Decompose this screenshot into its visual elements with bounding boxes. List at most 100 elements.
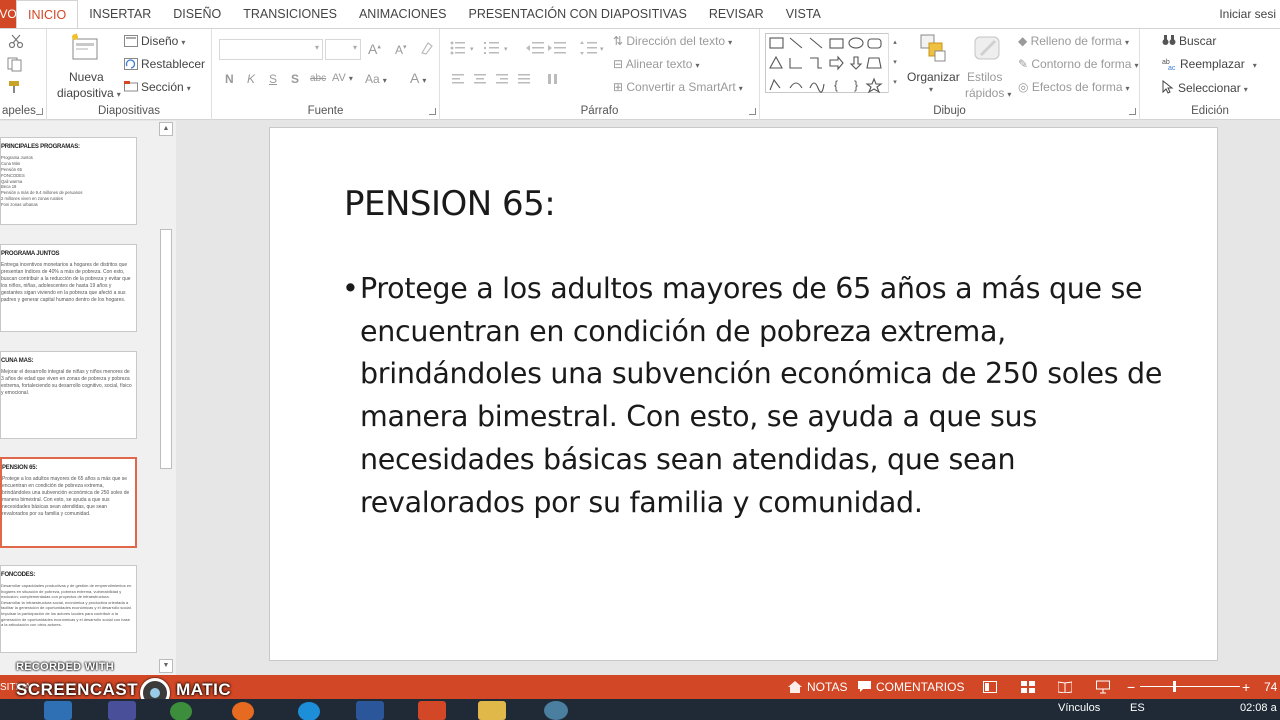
taskbar-screencast-icon[interactable] xyxy=(544,701,568,720)
slide-canvas[interactable]: PENSION 65: Protege a los adultos mayore… xyxy=(269,127,1218,661)
seccion-button[interactable]: Sección ▾ xyxy=(124,80,191,94)
tab-insertar[interactable]: INSERTAR xyxy=(78,0,162,28)
taskbar-links[interactable]: Vínculos xyxy=(1058,702,1100,714)
slide-sorter-icon[interactable] xyxy=(1021,681,1035,693)
cut-icon[interactable] xyxy=(8,33,24,49)
group-diapositivas: Nueva diapositiva ▾ Diseño ▾ Restablecer S… xyxy=(47,29,212,120)
diseno-button[interactable]: Diseño ▾ xyxy=(124,34,185,48)
bold-button[interactable]: N xyxy=(225,72,234,86)
taskbar-language[interactable]: ES xyxy=(1130,702,1145,714)
organizar-label: Organizar xyxy=(907,70,960,84)
font-color-button[interactable]: A ▾ xyxy=(410,70,426,86)
zoom-in-button[interactable]: + xyxy=(1242,675,1250,699)
tab-diseno[interactable]: DISEÑO xyxy=(162,0,232,28)
seleccionar-button[interactable]: Seleccionar ▾ xyxy=(1162,79,1248,95)
taskbar-powerpoint-icon[interactable] xyxy=(418,701,446,720)
alignment-icons[interactable] xyxy=(452,74,572,86)
restablecer-button[interactable]: Restablecer xyxy=(124,57,205,71)
tab-inicio[interactable]: INICIO xyxy=(16,0,79,29)
fuente-launcher[interactable] xyxy=(429,108,436,115)
scroll-thumb[interactable] xyxy=(160,229,172,469)
buscar-button[interactable]: Buscar xyxy=(1162,34,1216,48)
windows-taskbar: Vínculos ES 02:08 a xyxy=(0,699,1280,720)
nueva-diapositiva-button[interactable]: Nueva diapositiva ▾ xyxy=(51,31,121,101)
thumbnail-slide-5[interactable]: FONCODES: Desarrollar capacidades produc… xyxy=(0,565,137,653)
tab-file[interactable]: VO xyxy=(0,0,16,28)
increase-indent-icon[interactable] xyxy=(548,41,566,55)
normal-view-icon[interactable] xyxy=(983,681,997,693)
shadow-button[interactable]: S xyxy=(291,72,299,86)
portapapeles-launcher[interactable] xyxy=(36,108,43,115)
taskbar-clock[interactable]: 02:08 a xyxy=(1240,702,1277,714)
shrink-font-button[interactable]: A▾ xyxy=(395,43,407,57)
slide-bullet-text[interactable]: Protege a los adultos mayores de 65 años… xyxy=(342,268,1172,524)
format-painter-icon[interactable] xyxy=(6,79,24,95)
reading-view-icon[interactable] xyxy=(1058,681,1072,693)
thumbnail-body: Protege a los adultos mayores de 65 años… xyxy=(2,476,130,517)
taskbar-chrome-icon[interactable] xyxy=(170,702,192,720)
signin-link[interactable]: Iniciar sesi xyxy=(1219,0,1280,28)
font-size-box[interactable]: ▾ xyxy=(325,39,361,60)
estilos-label-2: rápidos ▾ xyxy=(965,86,1012,100)
taskbar-media-icon[interactable] xyxy=(44,701,72,720)
decrease-indent-icon[interactable] xyxy=(526,41,544,55)
thumbnail-title: FONCODES: xyxy=(1,572,36,578)
thumbnail-slide-1[interactable]: PRINCIPALES PROGRAMAS: Programa Juntos C… xyxy=(0,137,137,225)
relleno-forma-button[interactable]: ◆ Relleno de forma ▾ xyxy=(1018,34,1129,48)
copy-icon[interactable] xyxy=(6,56,24,72)
smartart-button[interactable]: ⊞ Convertir a SmartArt ▾ xyxy=(613,80,743,94)
taskbar-explorer-icon[interactable] xyxy=(478,701,506,720)
zoom-slider-thumb[interactable] xyxy=(1173,681,1176,692)
direccion-texto-button[interactable]: ⇅ Dirección del texto ▾ xyxy=(613,34,732,48)
bullets-icon[interactable]: ▾ xyxy=(450,41,478,55)
watermark-recorded: RECORDED WITH xyxy=(16,661,115,673)
estilos-label-1: Estilos xyxy=(967,70,1003,84)
tab-presentacion[interactable]: PRESENTACIÓN CON DIAPOSITIVAS xyxy=(457,0,697,28)
zoom-level[interactable]: 74 xyxy=(1264,675,1277,699)
numbering-icon[interactable]: ▾ xyxy=(484,41,512,55)
strike-button[interactable]: abc xyxy=(310,73,326,84)
alinear-texto-button[interactable]: ⊟ Alinear texto ▾ xyxy=(613,57,699,71)
svg-text:ac: ac xyxy=(1168,65,1176,70)
comentarios-button[interactable]: COMENTARIOS xyxy=(858,675,964,699)
zoom-out-button[interactable]: − xyxy=(1127,675,1135,699)
thumbnail-slide-4-selected[interactable]: PENSION 65: Protege a los adultos mayore… xyxy=(0,457,137,548)
taskbar-ie-icon[interactable] xyxy=(298,702,320,720)
zoom-slider[interactable] xyxy=(1140,681,1240,692)
taskbar-firefox-icon[interactable] xyxy=(232,702,254,720)
dibujo-launcher[interactable] xyxy=(1129,108,1136,115)
shapes-gallery[interactable]: {} xyxy=(765,33,901,94)
spacing-button[interactable]: AV ▾ xyxy=(332,72,353,84)
thumbnail-scrollbar[interactable]: ▲ ▼ xyxy=(158,121,174,675)
tab-revisar[interactable]: REVISAR xyxy=(698,0,775,28)
organizar-button[interactable]: Organizar ▾ xyxy=(906,31,960,101)
efectos-forma-button[interactable]: ◎ Efectos de forma ▾ xyxy=(1018,80,1130,94)
parrafo-launcher[interactable] xyxy=(749,108,756,115)
svg-text:{: { xyxy=(834,78,838,92)
tab-transiciones[interactable]: TRANSICIONES xyxy=(232,0,348,28)
thumbnail-slide-2[interactable]: PROGRAMA JUNTOS Entrega incentivos monet… xyxy=(0,244,137,332)
notas-button[interactable]: NOTAS xyxy=(788,675,847,699)
thumbnail-body: Mejorar el desarrollo integral de niñas … xyxy=(1,369,132,396)
case-button[interactable]: Aa ▾ xyxy=(365,72,387,86)
underline-button[interactable]: S xyxy=(269,72,277,86)
line-spacing-icon[interactable]: ▾ xyxy=(580,41,608,55)
tab-animaciones[interactable]: ANIMACIONES xyxy=(348,0,458,28)
font-name-box[interactable]: ▾ xyxy=(219,39,323,60)
reemplazar-button[interactable]: ab ac Reemplazar ▾ xyxy=(1162,57,1257,72)
italic-button[interactable]: K xyxy=(247,72,255,86)
shapes-gallery-scroll[interactable]: ▴ ▾ ▾ xyxy=(888,33,901,93)
taskbar-app-icon[interactable] xyxy=(108,701,136,720)
taskbar-word-icon[interactable] xyxy=(356,701,384,720)
slide-title[interactable]: PENSION 65: xyxy=(344,184,556,224)
slide-thumbnail-pane: PRINCIPALES PROGRAMAS: Programa Juntos C… xyxy=(0,121,176,675)
tab-vista[interactable]: VISTA xyxy=(775,0,832,28)
scroll-down-button[interactable]: ▼ xyxy=(159,659,173,673)
thumbnail-slide-3[interactable]: CUNA MAS: Mejorar el desarrollo integral… xyxy=(0,351,137,439)
slideshow-icon[interactable] xyxy=(1096,680,1110,694)
estilos-rapidos-button[interactable]: Estilos rápidos ▾ xyxy=(963,31,1013,101)
clear-format-icon[interactable] xyxy=(419,40,435,56)
grow-font-button[interactable]: A▴ xyxy=(368,41,381,57)
scroll-up-button[interactable]: ▲ xyxy=(159,122,173,136)
contorno-forma-button[interactable]: ✎ Contorno de forma ▾ xyxy=(1018,57,1138,71)
